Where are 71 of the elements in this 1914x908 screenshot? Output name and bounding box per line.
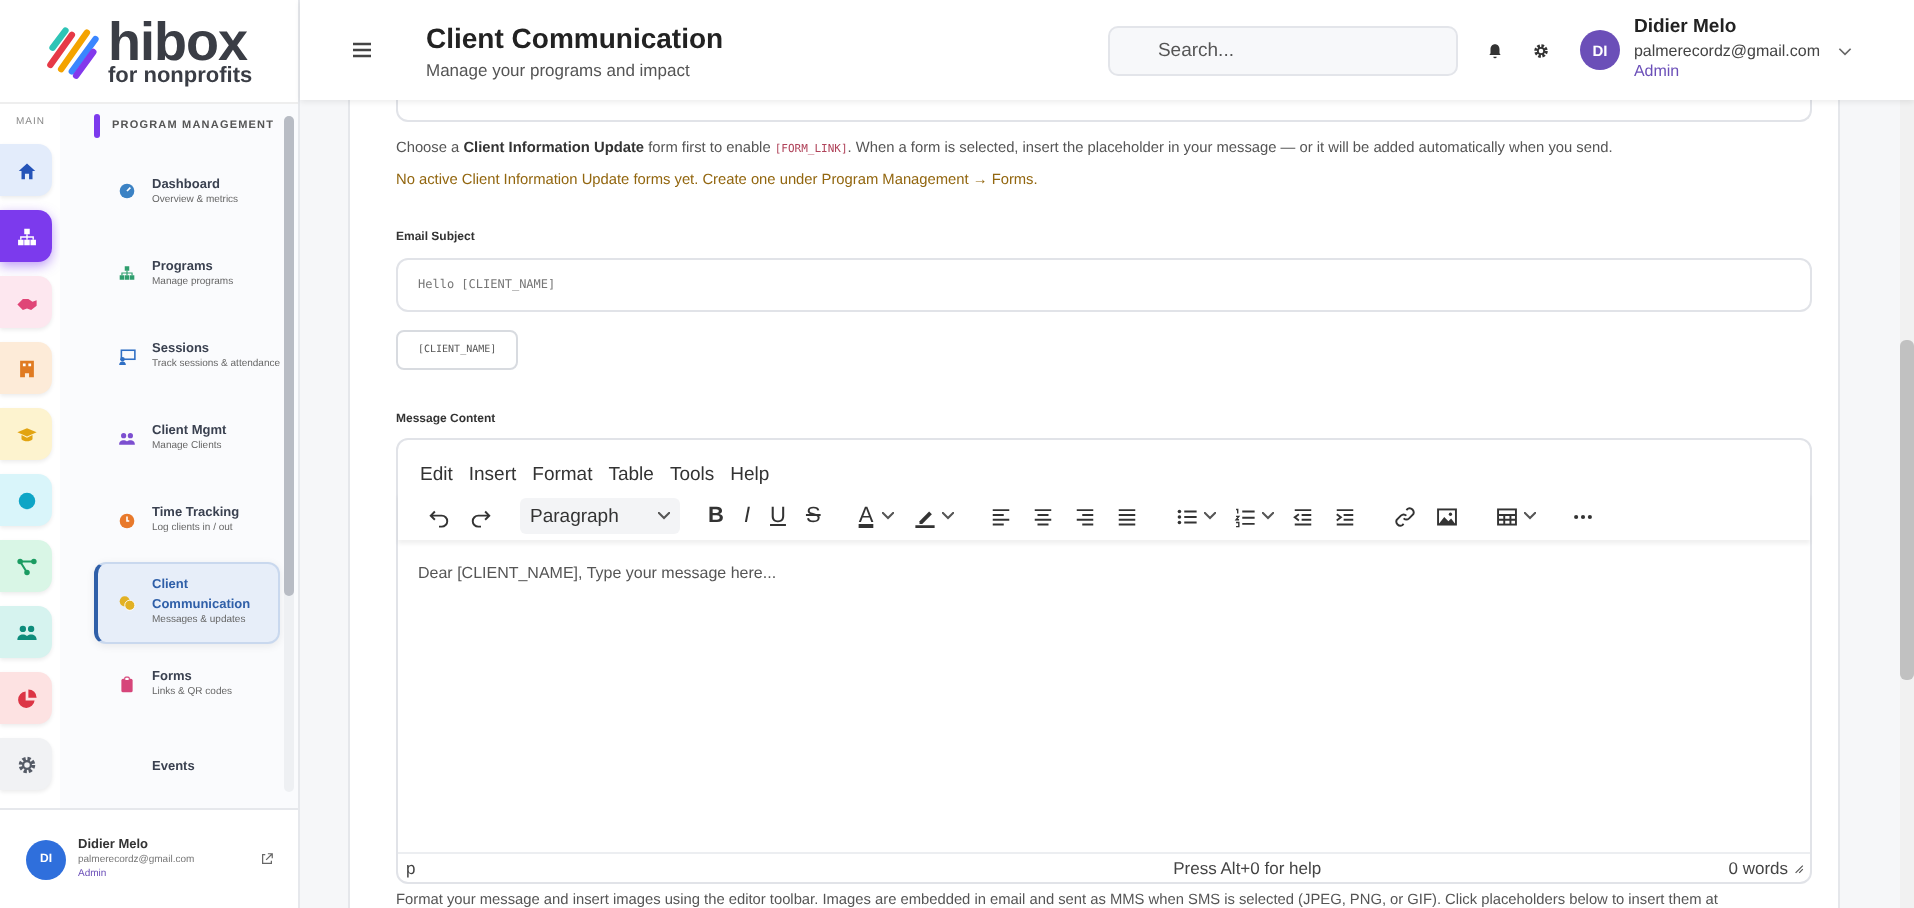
bold-button[interactable]: B	[698, 504, 734, 528]
settings-icon[interactable]	[1531, 41, 1550, 59]
brand-tagline: for nonprofits	[108, 65, 253, 87]
caret-icon[interactable]	[1261, 512, 1274, 520]
link-icon[interactable]	[1393, 505, 1416, 527]
text-color-button[interactable]: A	[848, 504, 904, 528]
user-role: Admin	[1633, 62, 1682, 85]
strikethrough-button[interactable]: S	[795, 504, 831, 528]
user-name: Didier Melo	[1633, 15, 1739, 42]
rail-button[interactable]	[0, 210, 52, 262]
italic-button[interactable]: I	[733, 504, 761, 528]
help-hint: Press Alt+0 for help	[1171, 858, 1324, 878]
caret-icon[interactable]	[1523, 512, 1536, 520]
brand-name: hibox	[108, 15, 248, 69]
numbered-list-icon[interactable]	[1233, 505, 1256, 527]
page-subtitle: Manage your programs and impact	[426, 59, 692, 79]
outdent-icon[interactable]	[1291, 505, 1314, 527]
text-field[interactable]	[396, 100, 1812, 122]
rail-button[interactable]	[0, 276, 52, 328]
gear-icon	[15, 753, 37, 775]
rail-button[interactable]	[0, 144, 52, 196]
indent-icon[interactable]	[1333, 505, 1356, 527]
page-title: Client Communication	[426, 21, 726, 53]
globe-icon	[15, 489, 37, 511]
underline-button[interactable]: U	[760, 504, 796, 528]
caret-icon[interactable]	[1203, 512, 1216, 520]
menu-item[interactable]: Tools	[669, 463, 715, 485]
align-left-icon[interactable]	[989, 505, 1012, 527]
align-right-icon[interactable]	[1073, 505, 1096, 527]
image-icon[interactable]	[1435, 505, 1458, 527]
bell-icon[interactable]	[1485, 41, 1504, 59]
align-center-icon[interactable]	[1031, 505, 1054, 527]
caret-icon	[881, 512, 894, 520]
rail-button[interactable]	[0, 474, 52, 526]
scrollbar[interactable]	[1900, 100, 1914, 908]
element-path: p	[406, 858, 418, 878]
rail-button[interactable]	[0, 606, 52, 658]
menu-item[interactable]: Help	[730, 463, 770, 485]
undo-icon[interactable]	[428, 505, 450, 527]
resize-handle-icon[interactable]	[1792, 862, 1804, 874]
stripes-logo-icon	[44, 21, 104, 81]
network-icon	[15, 555, 37, 577]
menu-item[interactable]: Edit	[420, 463, 453, 485]
building-icon	[15, 357, 37, 379]
search-field[interactable]: Search...	[1107, 25, 1458, 75]
rail-button[interactable]	[0, 540, 52, 592]
sitemap-icon	[15, 225, 37, 247]
menu-item[interactable]: Table	[608, 463, 654, 485]
block-format-dropdown[interactable]: Paragraph	[520, 498, 680, 534]
external-link-icon[interactable]	[260, 852, 274, 866]
pie-chart-icon	[15, 687, 37, 709]
align-justify-icon[interactable]	[1115, 505, 1138, 527]
users-icon	[15, 621, 37, 643]
user-email: palmerecordz@gmail.com	[1633, 41, 1820, 63]
rail-button[interactable]	[0, 672, 52, 724]
redo-icon[interactable]	[470, 505, 492, 527]
caret-icon[interactable]	[941, 512, 954, 520]
table-icon[interactable]	[1495, 505, 1518, 527]
menu-item[interactable]: Insert	[468, 463, 517, 485]
rail-button[interactable]	[0, 342, 52, 394]
scrollbar[interactable]	[284, 116, 294, 792]
menu-item[interactable]: Format	[532, 463, 593, 485]
bulleted-list-icon[interactable]	[1175, 505, 1198, 527]
menu-icon[interactable]	[350, 38, 374, 62]
editor-placeholder: Dear [CLIENT_NAME], Type your message here...	[416, 562, 779, 586]
graduation-cap-icon	[15, 423, 37, 445]
rail-button[interactable]	[0, 738, 52, 790]
word-count: 0 words	[1728, 858, 1788, 878]
caret-icon	[658, 512, 670, 520]
rich-text-editor[interactable]: Edit Insert Format Table Tools Help Paragraph B I U S A Dear [CLIENT_NAME], Type your message here... p Press Alt+0 for help 0 words	[396, 438, 1812, 884]
home-icon	[15, 159, 37, 181]
